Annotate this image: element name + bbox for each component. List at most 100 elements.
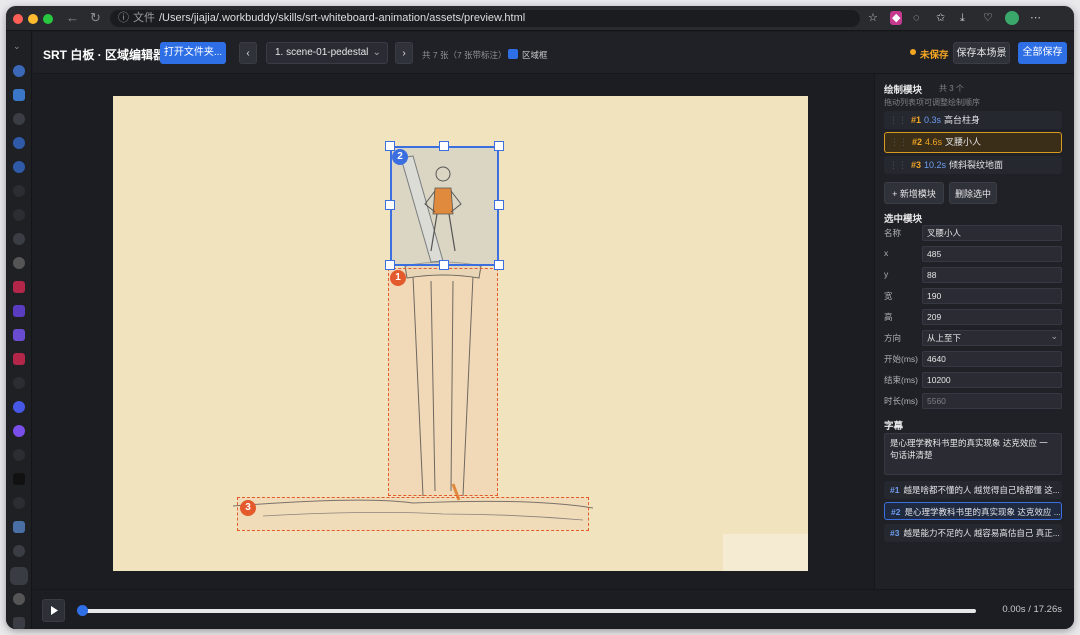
height-input[interactable]: 209 [922, 309, 1062, 325]
scene-count: 共 7 张（7 张带标注） [422, 50, 507, 60]
timeline-slider[interactable] [80, 609, 976, 613]
layers-hint: 拖动列表项可调整绘制顺序 [884, 98, 980, 107]
editor-app: SRT 白板 · 区域编辑器 打开文件夹... ‹ 1. scene-01-pe… [33, 32, 1074, 629]
field-label: 结束(ms) [884, 375, 918, 385]
field-label: 时长(ms) [884, 396, 918, 406]
site-icon[interactable] [13, 329, 25, 341]
site-icon[interactable] [13, 281, 25, 293]
more-menu-icon[interactable]: ⋯ [1030, 11, 1041, 25]
zoom-window-button[interactable] [43, 14, 53, 24]
favorites-icon[interactable]: ✩ [936, 11, 945, 25]
github-icon[interactable] [13, 593, 25, 605]
layer-item[interactable]: ⋮⋮ #3 10.2s 倾斜裂纹地面 [884, 156, 1062, 174]
site-icon[interactable] [13, 161, 25, 173]
delete-selected-button[interactable]: 删除选中 [949, 182, 997, 204]
download-icon[interactable]: ⤓ [960, 11, 965, 25]
save-scene-button[interactable]: 保存本场景 [953, 42, 1010, 64]
resize-handle[interactable] [494, 260, 504, 270]
search-icon[interactable] [13, 377, 25, 389]
github-icon[interactable] [13, 257, 25, 269]
site-icon[interactable] [13, 401, 25, 413]
subtitle-item[interactable]: #1 越是啥都不懂的人 越觉得自己啥都懂 这... [884, 481, 1062, 499]
drag-handle-icon[interactable]: ⋮⋮ [890, 137, 908, 147]
star-icon[interactable]: ☆ [868, 11, 878, 25]
drag-handle-icon[interactable]: ⋮⋮ [889, 160, 907, 170]
scene-preview[interactable]: 1 3 2 [113, 96, 808, 571]
site-icon[interactable] [13, 209, 25, 221]
heart-icon[interactable]: ♡ [983, 11, 993, 25]
browser-toolbar: ← ↻ ⓘ 文件/Users/jiajia/.workbuddy/skills/s… [6, 6, 1074, 31]
subtitle-item[interactable]: #3 越是能力不足的人 越容易高估自己 真正... [884, 524, 1062, 542]
address-bar[interactable]: ⓘ 文件/Users/jiajia/.workbuddy/skills/srt-w… [110, 10, 860, 27]
x-input[interactable]: 485 [922, 246, 1062, 262]
browser-sidebar: ⌄ + [6, 31, 32, 629]
globe-icon[interactable] [13, 545, 25, 557]
globe-icon[interactable] [13, 113, 25, 125]
tiktok-icon[interactable] [13, 473, 25, 485]
subtitle-text: 是心理学教科书里的真实现象 达克效应 ... [904, 507, 1061, 517]
profile-avatar[interactable] [1005, 11, 1019, 25]
y-input[interactable]: 88 [922, 267, 1062, 283]
site-icon[interactable] [13, 353, 25, 365]
layer-item[interactable]: ⋮⋮ #1 0.3s 高台柱身 [884, 111, 1062, 129]
timeline-knob[interactable] [77, 605, 88, 616]
search-icon[interactable] [13, 449, 25, 461]
reload-icon[interactable]: ↻ [90, 11, 101, 25]
chevron-down-icon[interactable]: ⌄ [13, 41, 25, 53]
next-scene-button[interactable]: › [395, 42, 413, 64]
subtitle-item-selected[interactable]: #2 是心理学教科书里的真实现象 达克效应 ... [884, 502, 1062, 520]
layer-item-selected[interactable]: ⋮⋮ #2 4.6s 叉腰小人 [884, 132, 1062, 153]
direction-select[interactable]: 从上至下 [922, 330, 1062, 346]
close-window-button[interactable] [13, 14, 23, 24]
globe-icon-active[interactable] [10, 567, 28, 585]
end-input[interactable]: 10200 [922, 372, 1062, 388]
layer-number: #1 [911, 115, 922, 125]
resize-handle[interactable] [385, 200, 395, 210]
resize-handle[interactable] [494, 141, 504, 151]
field-label: y [884, 269, 889, 279]
play-button[interactable] [42, 599, 65, 622]
resize-handle[interactable] [439, 260, 449, 270]
open-folder-button[interactable]: 打开文件夹... [160, 42, 226, 64]
search-icon[interactable] [13, 185, 25, 197]
site-icon[interactable] [13, 89, 25, 101]
region-box-1[interactable] [388, 268, 498, 496]
layer-time: 10.2s [924, 160, 947, 170]
name-input[interactable]: 叉腰小人 [922, 225, 1062, 241]
save-all-button[interactable]: 全部保存 [1018, 42, 1067, 64]
region-box-checkbox[interactable] [508, 49, 518, 59]
resize-handle[interactable] [439, 141, 449, 151]
minimize-window-button[interactable] [28, 14, 38, 24]
field-label: 宽 [884, 291, 893, 301]
prev-scene-button[interactable]: ‹ [239, 42, 257, 64]
width-input[interactable]: 190 [922, 288, 1062, 304]
extension-icon[interactable]: ◆ [890, 11, 903, 25]
site-icon[interactable] [13, 425, 25, 437]
site-icon[interactable] [13, 137, 25, 149]
editor-toolbar: SRT 白板 · 区域编辑器 打开文件夹... ‹ 1. scene-01-pe… [33, 32, 1074, 74]
resize-handle[interactable] [494, 200, 504, 210]
drag-handle-icon[interactable]: ⋮⋮ [889, 115, 907, 125]
subtitle-number: #3 [890, 528, 900, 538]
site-icon[interactable] [13, 521, 25, 533]
region-box-2-selected[interactable] [390, 146, 499, 266]
subtitle-textarea[interactable]: 是心理学教科书里的真实现象 达克效应 一句话讲清楚 [884, 433, 1062, 475]
field-label: 方向 [884, 333, 902, 343]
resize-handle[interactable] [385, 141, 395, 151]
url-text: /Users/jiajia/.workbuddy/skills/srt-whit… [159, 12, 526, 24]
site-icon[interactable] [13, 305, 25, 317]
duration-input: 5560 [922, 393, 1062, 409]
subtitle-title: 字幕 [884, 421, 904, 432]
scene-select[interactable]: 1. scene-01-pedestal ⌄ [266, 42, 388, 64]
sync-icon[interactable]: ◌ [913, 11, 920, 25]
back-arrow-icon[interactable]: ← [66, 11, 79, 25]
site-icon[interactable] [13, 65, 25, 77]
app-title: SRT 白板 · 区域编辑器 [43, 48, 165, 62]
add-block-button[interactable]: + 新增模块 [884, 182, 944, 204]
resize-handle[interactable] [385, 260, 395, 270]
search-icon[interactable] [13, 497, 25, 509]
site-icon[interactable] [13, 617, 25, 629]
globe-icon[interactable] [13, 233, 25, 245]
region-box-3[interactable] [237, 497, 589, 531]
start-input[interactable]: 4640 [922, 351, 1062, 367]
